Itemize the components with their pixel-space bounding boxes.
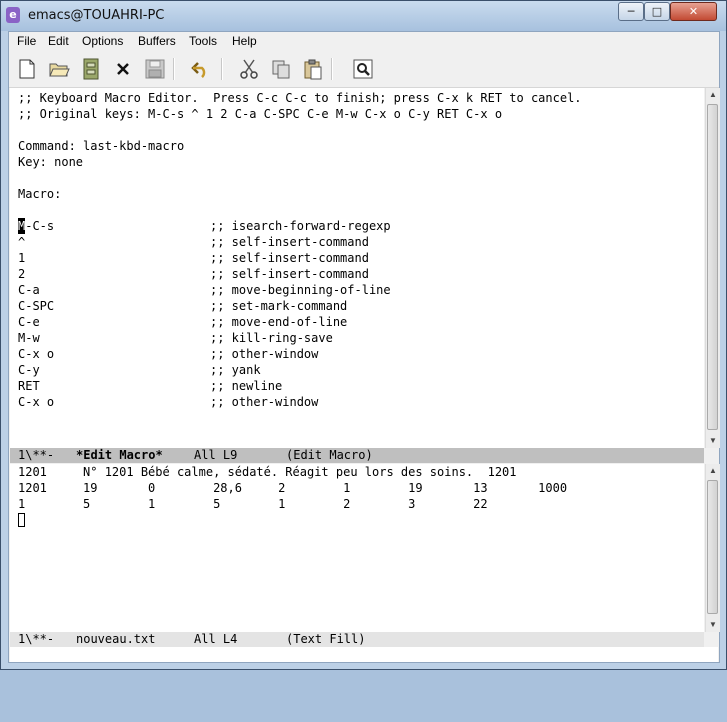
new-file-icon[interactable] [15, 57, 39, 81]
top-scrollbar-thumb[interactable] [707, 104, 718, 430]
scroll-down-arrow-icon[interactable]: ▼ [706, 618, 720, 632]
macro-comment: ;; isearch-forward-regexp [210, 219, 391, 233]
title-bar[interactable]: e emacs@TOUAHRI-PC ─ □ ✕ [1, 1, 726, 31]
mode-line-edit-macro[interactable]: 1\**- *Edit Macro* All L9 (Edit Macro) [10, 448, 704, 463]
macro-comment: ;; yank [210, 363, 261, 377]
minibuffer[interactable] [10, 647, 718, 662]
menu-buffers[interactable]: Buffers [138, 34, 176, 48]
nouveau-txt-buffer[interactable]: 1201 N° 1201 Bébé calme, sédaté. Réagit … [10, 464, 704, 632]
bottom-scrollbar-thumb[interactable] [707, 480, 718, 614]
menu-options[interactable]: Options [82, 34, 123, 48]
macro-key: C-a [18, 283, 40, 297]
maximize-button[interactable]: □ [644, 2, 670, 21]
macro-key: C-e [18, 315, 40, 329]
macro-key-line: M-C-s [18, 218, 54, 234]
macro-key: C-SPC [18, 299, 55, 313]
window-title: emacs@TOUAHRI-PC [28, 8, 165, 23]
text-line: 1201 N° 1201 Bébé calme, sédaté. Réagit … [18, 465, 517, 479]
paste-icon[interactable] [301, 57, 325, 81]
macro-key: C-x o [18, 395, 55, 409]
macro-key: C-x o [18, 347, 55, 361]
menu-bar: File Edit Options Buffers Tools Help [9, 32, 719, 52]
text-line: 1201 19 0 28,6 2 1 19 13 1000 [18, 481, 568, 495]
macro-heading-line: Macro: [18, 187, 62, 201]
scroll-up-arrow-icon[interactable]: ▲ [706, 464, 720, 478]
toolbar-separator [173, 58, 175, 80]
menu-edit[interactable]: Edit [48, 34, 69, 48]
scroll-down-arrow-icon[interactable]: ▼ [706, 434, 720, 448]
header-comment-line: ;; Keyboard Macro Editor. Press C-c C-c … [18, 91, 582, 105]
search-icon[interactable] [351, 57, 375, 81]
macro-comment: ;; self-insert-command [210, 251, 369, 265]
inactive-cursor [18, 513, 25, 527]
toolbar-separator [331, 58, 333, 80]
key-line: Key: none [18, 155, 84, 169]
macro-key: RET [18, 379, 40, 393]
save-icon[interactable] [143, 57, 167, 81]
edit-macro-buffer[interactable]: ;; Keyboard Macro Editor. Press C-c C-c … [10, 88, 704, 448]
macro-comment: ;; other-window [210, 395, 319, 409]
macro-key: M-w [18, 331, 40, 345]
close-buffer-icon[interactable] [111, 57, 135, 81]
modeline-mode[interactable]: (Text Fill) [286, 632, 365, 647]
modeline-position: All L9 [194, 448, 238, 462]
text-line: 1 5 1 5 1 2 3 22 [18, 497, 488, 511]
minimize-button[interactable]: ─ [618, 2, 644, 21]
menu-tools[interactable]: Tools [189, 34, 217, 48]
macro-comment: ;; self-insert-command [210, 235, 369, 249]
menu-file[interactable]: File [17, 34, 36, 48]
macro-comment: ;; set-mark-command [210, 299, 348, 313]
macro-comment: ;; newline [210, 379, 283, 393]
macro-comment: ;; self-insert-command [210, 267, 369, 281]
mode-line-nouveau-txt[interactable]: 1\**- nouveau.txt All L4 (Text Fill) [10, 632, 704, 647]
scroll-up-arrow-icon[interactable]: ▲ [706, 88, 720, 102]
modeline-buffer-name[interactable]: *Edit Macro* [76, 448, 163, 463]
modeline-status: 1\**- [18, 632, 55, 646]
macro-comment: ;; move-beginning-of-line [210, 283, 391, 297]
copy-icon[interactable] [269, 57, 293, 81]
emacs-app-icon[interactable]: e [6, 7, 20, 23]
toolbar-separator [221, 58, 223, 80]
modeline-buffer-name[interactable]: nouveau.txt [76, 632, 155, 647]
command-line: Command: last-kbd-macro [18, 139, 185, 153]
modeline-status: 1\**- [18, 448, 55, 462]
macro-comment: ;; other-window [210, 347, 319, 361]
open-folder-icon[interactable] [47, 57, 71, 81]
undo-icon[interactable] [189, 57, 213, 81]
macro-comment: ;; kill-ring-save [210, 331, 333, 345]
macro-key: -C-s [25, 219, 55, 233]
bottom-scrollbar[interactable]: ▲ ▼ [705, 464, 720, 632]
emacs-frame: File Edit Options Buffers Tools Help ;; … [8, 31, 720, 663]
cut-icon[interactable] [237, 57, 261, 81]
tool-bar [9, 52, 719, 88]
modeline-mode[interactable]: (Edit Macro) [286, 448, 373, 463]
modeline-position: All L4 [194, 632, 238, 646]
macro-key: ^ [18, 235, 26, 249]
original-keys-line: ;; Original keys: M-C-s ^ 1 2 C-a C-SPC … [18, 107, 503, 121]
macro-comment: ;; move-end-of-line [210, 315, 348, 329]
close-button[interactable]: ✕ [670, 2, 717, 21]
menu-help[interactable]: Help [232, 34, 257, 48]
emacs-window: e emacs@TOUAHRI-PC ─ □ ✕ File Edit Optio… [0, 0, 727, 670]
dired-icon[interactable] [79, 57, 103, 81]
top-scrollbar[interactable]: ▲ ▼ [705, 88, 720, 448]
macro-key: 1 [18, 251, 26, 265]
macro-key: 2 [18, 267, 26, 281]
macro-key: C-y [18, 363, 40, 377]
